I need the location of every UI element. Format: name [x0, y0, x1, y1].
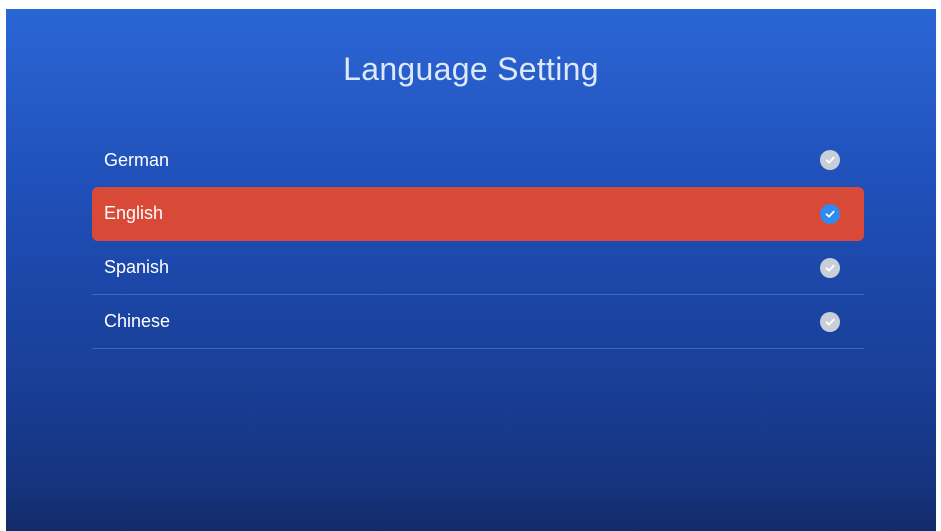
language-item-spanish[interactable]: Spanish	[92, 241, 864, 295]
language-label: Chinese	[104, 311, 171, 331]
language-label: English	[104, 203, 164, 223]
page-title: Language Setting	[343, 51, 599, 87]
language-list: German English Spanish Chinese	[92, 133, 864, 349]
language-setting-screen: Language Setting German English Spanish …	[6, 9, 936, 531]
language-label: German	[104, 149, 170, 170]
check-circle-icon	[820, 311, 840, 332]
check-circle-icon	[820, 257, 840, 278]
bottom-gradient-band	[6, 491, 936, 531]
language-item-english[interactable]: English	[92, 187, 864, 241]
language-item-chinese[interactable]: Chinese	[92, 295, 864, 349]
language-label: Spanish	[104, 257, 170, 277]
check-circle-icon	[820, 150, 840, 170]
check-circle-icon	[820, 203, 840, 224]
language-item-german[interactable]: German	[92, 133, 864, 187]
